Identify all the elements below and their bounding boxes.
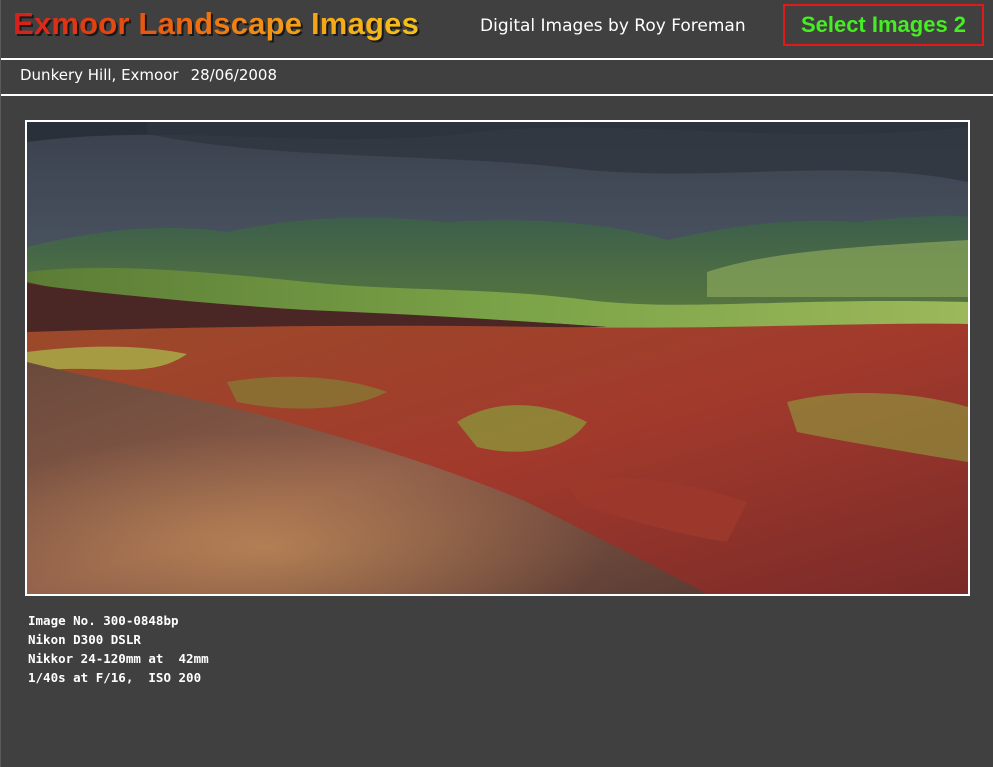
caption-camera: Nikon D300 DSLR (28, 632, 141, 647)
header-divider (1, 58, 993, 60)
image-caption: Image No. 300-0848bp Nikon D300 DSLR Nik… (28, 611, 209, 687)
location-place: Dunkery Hill, Exmoor (20, 66, 179, 84)
photo-illustration (27, 122, 968, 594)
site-title[interactable]: Exmoor Landscape Images (13, 6, 419, 42)
header: Exmoor Landscape Images Exmoor Landscape… (1, 0, 993, 58)
select-images-button[interactable]: Select Images 2 (783, 4, 984, 46)
site-subtitle: Digital Images by Roy Foreman (480, 16, 746, 36)
page: Exmoor Landscape Images Exmoor Landscape… (0, 0, 993, 767)
caption-image-number: Image No. 300-0848bp (28, 613, 179, 628)
location-date: 28/06/2008 (190, 66, 278, 84)
location-divider (1, 94, 993, 96)
caption-lens: Nikkor 24-120mm at 42mm (28, 651, 209, 666)
caption-exposure: 1/40s at F/16, ISO 200 (28, 670, 202, 685)
location-bar: Dunkery Hill, Exmoor 28/06/2008 (20, 66, 277, 84)
landscape-photo (25, 120, 970, 596)
